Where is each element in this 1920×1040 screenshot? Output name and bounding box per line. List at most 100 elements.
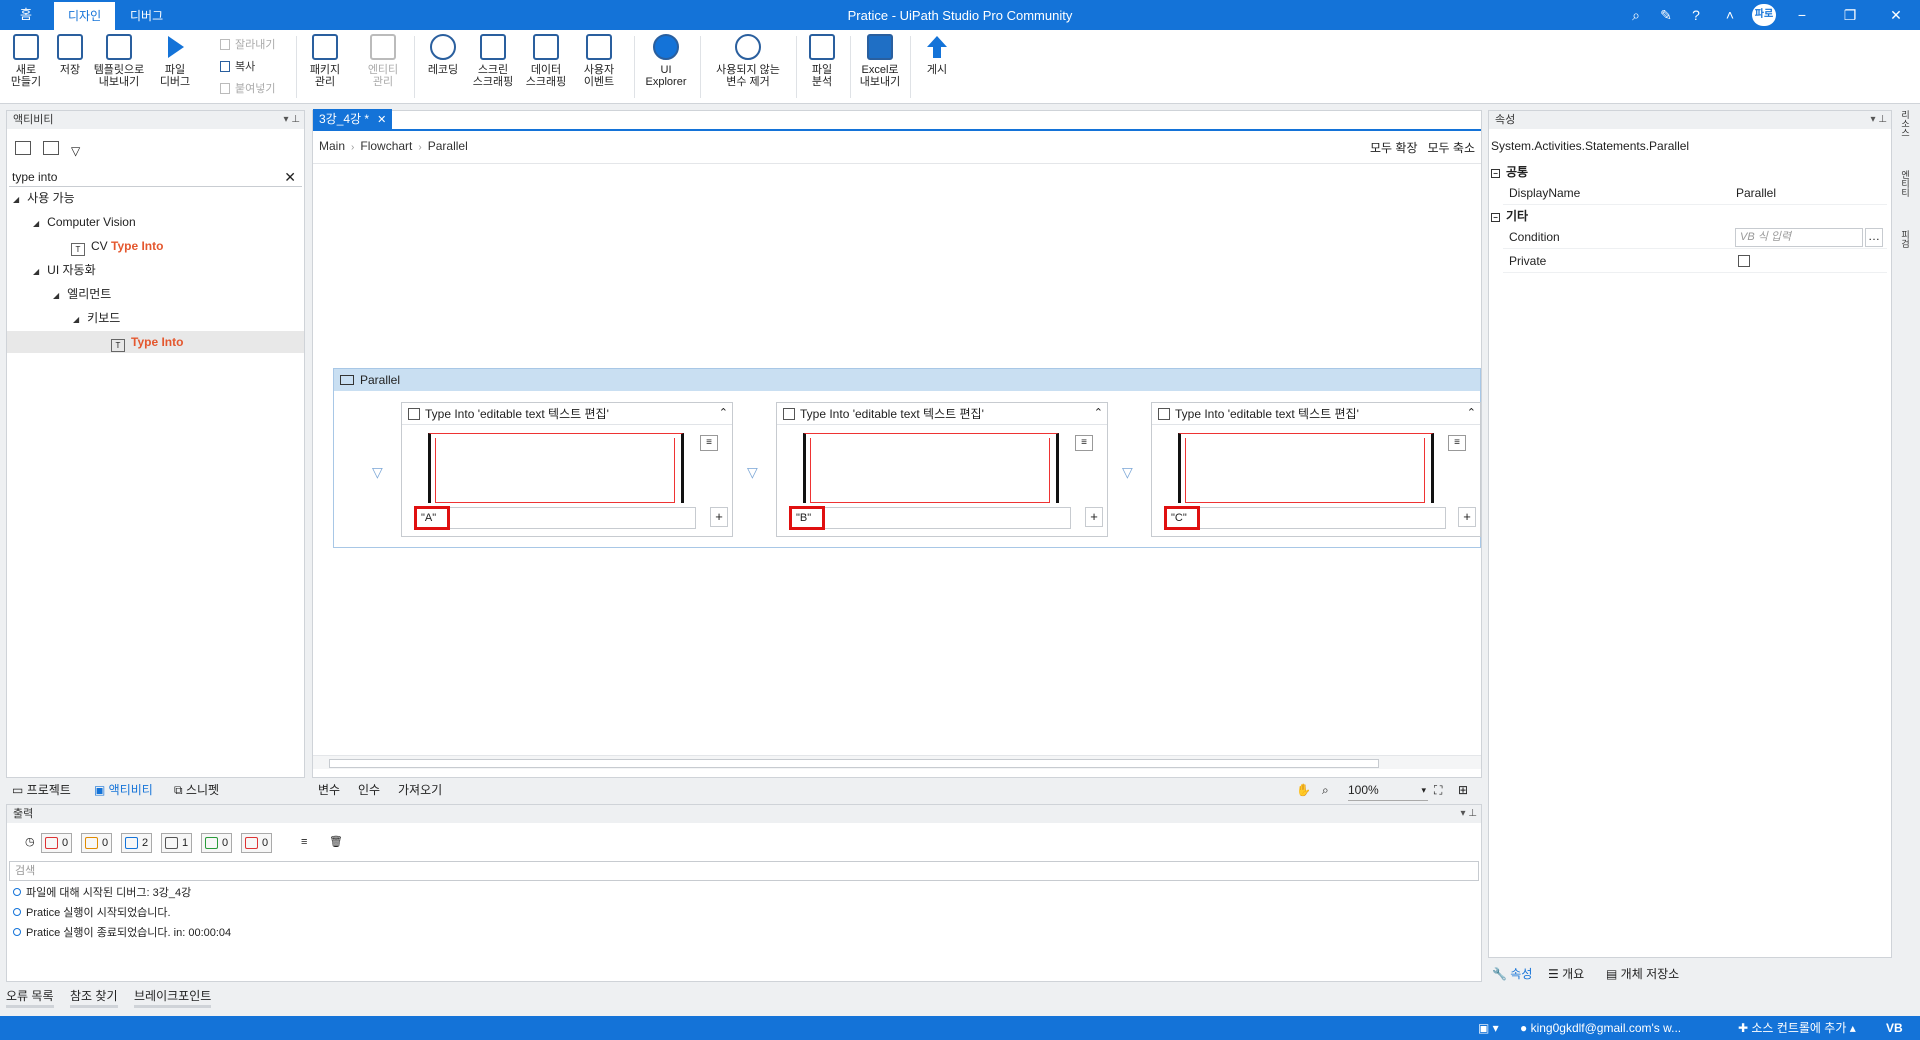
export-template-button[interactable]: 템플릿으로 내보내기: [90, 34, 148, 100]
paste-button[interactable]: 붙여넣기: [220, 80, 275, 98]
side-tab-entities[interactable]: 엔티티: [1900, 170, 1912, 197]
close-tab-icon[interactable]: ✕: [377, 114, 386, 126]
user-events-button[interactable]: 사용자 이벤트: [576, 34, 622, 100]
collapse-icon[interactable]: ⌃: [1094, 406, 1103, 419]
text-value[interactable]: "A": [414, 506, 450, 530]
condition-input[interactable]: VB 식 입력: [1735, 228, 1863, 247]
activity-menu-icon[interactable]: ≡: [1075, 435, 1093, 451]
close-icon[interactable]: ✕: [1886, 6, 1906, 24]
private-checkbox[interactable]: [1738, 255, 1750, 267]
search-icon[interactable]: ⌕: [1626, 6, 1646, 24]
collapse-all-link[interactable]: 모두 축소: [1428, 141, 1476, 155]
zoom-dropdown[interactable]: 100% ▾: [1348, 780, 1428, 801]
analyze-file-button[interactable]: 파일 분석: [800, 34, 844, 100]
data-scraping-button[interactable]: 데이터 스크래핑: [522, 34, 570, 100]
restore-icon[interactable]: ❐: [1840, 6, 1860, 24]
orchestrator-icon[interactable]: ▣ ▾: [1478, 1016, 1499, 1040]
tab-activities[interactable]: ▣ 액티비티: [94, 780, 153, 800]
tab-snippets[interactable]: ⧉ 스니펫: [174, 780, 219, 800]
filter-warnings[interactable]: 0: [81, 833, 113, 853]
tab-error-list[interactable]: 오류 목록: [6, 988, 54, 1008]
fit-screen-icon[interactable]: ⛶: [1434, 780, 1442, 800]
filter-trace[interactable]: 1: [161, 833, 193, 853]
new-button[interactable]: 새로 만들기: [6, 34, 46, 100]
branch-drop-icon[interactable]: ▽: [1122, 464, 1133, 481]
parallel-activity[interactable]: Parallel ▽ Type Into 'editable text 텍스트 …: [333, 368, 1481, 548]
scrollbar-thumb[interactable]: [329, 759, 1379, 768]
expand-all-link[interactable]: 모두 확장: [1370, 141, 1418, 155]
expression-editor-button[interactable]: …: [1865, 228, 1883, 247]
tab-project[interactable]: ▭ 프로젝트: [12, 780, 71, 800]
text-value[interactable]: "C": [1164, 506, 1200, 530]
copy-button[interactable]: 복사: [220, 58, 255, 76]
filter-icon[interactable]: ▽: [71, 144, 87, 158]
text-field[interactable]: [789, 507, 1071, 529]
activities-search-input[interactable]: type into ✕: [9, 167, 302, 187]
source-control-button[interactable]: ✚ 소스 컨트롤에 추가 ▴: [1738, 1016, 1856, 1040]
side-tab-review[interactable]: 피검: [1900, 230, 1912, 248]
filter-errors[interactable]: 0: [41, 833, 73, 853]
text-field[interactable]: [414, 507, 696, 529]
type-into-activity-b[interactable]: Type Into 'editable text 텍스트 편집' ⌃ ≡ "B"…: [776, 402, 1108, 537]
tab-breakpoints[interactable]: 브레이크포인트: [134, 988, 212, 1008]
overview-icon[interactable]: ⊞: [1458, 780, 1468, 800]
plus-icon[interactable]: +: [1458, 507, 1476, 527]
side-tab-resources[interactable]: 리소스: [1900, 110, 1912, 137]
tab-imports[interactable]: 가져오기: [398, 780, 442, 800]
tree-item-type-into[interactable]: T Type Into: [7, 331, 304, 353]
filter-critical[interactable]: 0: [241, 833, 273, 853]
branch-drop-icon[interactable]: ▽: [747, 464, 758, 481]
horizontal-scrollbar[interactable]: [313, 755, 1481, 769]
minimize-icon[interactable]: −: [1792, 6, 1812, 24]
filter-info[interactable]: 2: [121, 833, 153, 853]
ui-explorer-button[interactable]: UI Explorer: [640, 34, 692, 100]
help-icon[interactable]: ?: [1686, 6, 1706, 24]
tab-arguments[interactable]: 인수: [358, 780, 380, 800]
pin-icon[interactable]: ▾ ⊥: [1460, 805, 1477, 823]
manage-packages-button[interactable]: 패키지 관리: [302, 34, 348, 100]
debug-file-button[interactable]: 파일 디버그: [152, 34, 198, 100]
zoom-icon[interactable]: ⌕: [1322, 780, 1329, 800]
recording-button[interactable]: 레코딩: [420, 34, 466, 100]
tab-design[interactable]: 디자인: [54, 2, 116, 30]
remove-unused-variables-button[interactable]: 사용되지 않는 변수 제거: [708, 34, 788, 100]
manage-entities-button[interactable]: 엔티티 관리: [360, 34, 406, 100]
breadcrumb-parallel[interactable]: Parallel: [428, 139, 468, 153]
filter-verbose[interactable]: 0: [201, 833, 233, 853]
text-field[interactable]: [1164, 507, 1446, 529]
tree-item-keyboard[interactable]: ◢ 키보드: [73, 307, 120, 329]
breadcrumb-main[interactable]: Main: [319, 139, 345, 153]
wrap-icon[interactable]: ≡: [281, 833, 310, 853]
tree-item-available[interactable]: ◢ 사용 가능: [13, 187, 75, 209]
publish-button[interactable]: 게시: [916, 34, 958, 100]
tree-item-element[interactable]: ◢ 엘리먼트: [53, 283, 111, 305]
chevron-up-icon[interactable]: ˄: [1720, 6, 1740, 24]
document-tab[interactable]: 3강_4강 * ✕: [313, 109, 393, 129]
type-into-activity-a[interactable]: Type Into 'editable text 텍스트 편집' ⌃ ≡ "A"…: [401, 402, 733, 537]
clear-search-icon[interactable]: ✕: [284, 167, 296, 187]
tab-debug[interactable]: 디버그: [116, 2, 177, 30]
hand-icon[interactable]: ✋: [1296, 780, 1311, 800]
expand-all-icon[interactable]: [15, 141, 31, 155]
trash-icon[interactable]: 🗑: [309, 833, 346, 853]
group-misc[interactable]: − 기타: [1491, 207, 1528, 225]
pin-icon[interactable]: ▾ ⊥: [283, 111, 300, 129]
plus-icon[interactable]: +: [1085, 507, 1103, 527]
activity-menu-icon[interactable]: ≡: [1448, 435, 1466, 451]
plus-icon[interactable]: +: [710, 507, 728, 527]
home-tab[interactable]: 홈: [8, 0, 44, 30]
text-value[interactable]: "B": [789, 506, 825, 530]
activity-menu-icon[interactable]: ≡: [700, 435, 718, 451]
type-into-activity-c[interactable]: Type Into 'editable text 텍스트 편집' ⌃ ≡ "C"…: [1151, 402, 1481, 537]
designer-canvas[interactable]: Parallel ▽ Type Into 'editable text 텍스트 …: [313, 163, 1481, 745]
group-common[interactable]: − 공통: [1491, 163, 1528, 181]
displayname-value[interactable]: Parallel: [1736, 181, 1776, 205]
branch-drop-icon[interactable]: ▽: [372, 464, 383, 481]
avatar[interactable]: 파로: [1752, 4, 1776, 26]
tree-item-computer-vision[interactable]: ◢ Computer Vision: [33, 211, 136, 233]
save-button[interactable]: 저장: [52, 34, 88, 100]
cut-button[interactable]: 잘라내기: [220, 36, 275, 54]
pin-icon[interactable]: ▾ ⊥: [1870, 111, 1887, 129]
export-excel-button[interactable]: Excel로 내보내기: [856, 34, 904, 100]
tab-outline[interactable]: ☰ 개요: [1548, 964, 1584, 984]
